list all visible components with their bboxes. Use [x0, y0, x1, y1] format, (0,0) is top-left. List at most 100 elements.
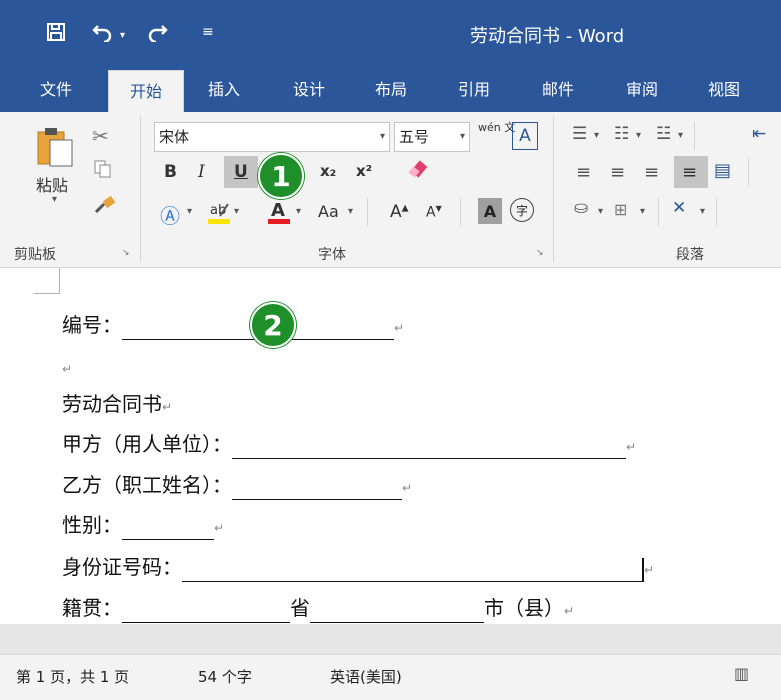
chevron-down-icon[interactable]: ▾	[234, 206, 239, 217]
chevron-down-icon: ▾	[379, 131, 385, 142]
chevron-down-icon[interactable]: ▾	[598, 206, 603, 217]
tab-insert[interactable]: 插入	[208, 76, 240, 100]
divider	[694, 122, 695, 150]
chevron-down-icon[interactable]: ▾	[700, 206, 705, 217]
paragraph-group-label: 段落	[676, 247, 704, 263]
grow-font-label: A	[390, 202, 402, 222]
tab-design[interactable]: 设计	[293, 76, 325, 100]
tab-home-label: 开始	[129, 82, 162, 101]
save-icon[interactable]	[46, 22, 66, 45]
character-border-button[interactable]: A	[512, 122, 538, 150]
divider	[748, 158, 749, 186]
tab-file[interactable]: 文件	[40, 76, 72, 100]
document-bottom-band	[0, 624, 781, 654]
bold-button[interactable]: B	[164, 162, 177, 182]
clear-formatting-icon[interactable]	[406, 160, 430, 186]
align-right-icon[interactable]: ≡	[644, 162, 659, 183]
phonetic-guide-button[interactable]: wén 文	[478, 122, 515, 134]
doc-label: 籍贯：	[62, 596, 122, 620]
city-label: 市（县）	[484, 596, 564, 620]
undo-icon[interactable]	[92, 22, 114, 46]
multilevel-list-icon[interactable]: ☳	[656, 124, 671, 144]
tab-mailings[interactable]: 邮件	[542, 76, 574, 100]
numbering-icon[interactable]: ☷	[614, 124, 629, 144]
font-size-combo[interactable]: 五号 ▾	[394, 122, 470, 152]
divider	[658, 198, 659, 226]
page-count-status[interactable]: 第 1 页，共 1 页	[16, 666, 129, 687]
tab-home[interactable]: 开始	[108, 70, 184, 112]
font-size-value: 五号	[399, 128, 430, 146]
doc-line-party-a[interactable]: 甲方（用人单位）： ↵	[62, 432, 636, 459]
paragraph-mark: ↵	[394, 321, 405, 335]
doc-line-gender[interactable]: 性别： ↵	[62, 513, 224, 540]
doc-line-id-number[interactable]: 身份证号码： ↵	[62, 555, 654, 582]
cut-icon[interactable]: ✂	[92, 124, 109, 148]
tab-references[interactable]: 引用	[458, 76, 490, 100]
enclose-characters-button[interactable]: 字	[510, 198, 534, 222]
text-effects-icon[interactable]: Ⓐ	[160, 200, 180, 229]
province-blank	[122, 602, 290, 623]
doc-line-title[interactable]: 劳动合同书↵	[62, 392, 172, 419]
superscript-button[interactable]: x²	[356, 162, 372, 180]
doc-line-party-b[interactable]: 乙方（职工姓名）： ↵	[62, 473, 412, 500]
doc-line-number[interactable]: 编号： ↵	[62, 313, 404, 340]
group-divider	[553, 116, 554, 262]
id-number-blank	[182, 561, 642, 582]
highlight-color-icon[interactable]: ab	[206, 198, 232, 230]
word-count-status[interactable]: 54 个字	[198, 666, 252, 687]
underline-button[interactable]: U	[234, 162, 248, 182]
bullets-icon[interactable]: ☰	[572, 124, 587, 144]
chevron-down-icon[interactable]: ▾	[640, 206, 645, 217]
doc-label: 劳动合同书	[62, 392, 162, 416]
undo-dropdown-icon[interactable]: ▾	[120, 30, 125, 41]
format-painter-icon[interactable]	[94, 195, 116, 218]
tab-review[interactable]: 审阅	[626, 76, 658, 100]
clipboard-launcher-icon[interactable]: ↘	[122, 248, 130, 258]
language-status[interactable]: 英语(美国)	[330, 666, 402, 687]
chevron-down-icon[interactable]: ▾	[296, 206, 301, 217]
callout-badge-1: 1	[258, 153, 304, 199]
borders-icon[interactable]: ⊞	[614, 200, 627, 219]
italic-button[interactable]: I	[198, 162, 205, 182]
paste-icon[interactable]	[36, 126, 76, 172]
paste-button-label[interactable]: 粘贴	[36, 172, 68, 196]
chinese-layout-icon[interactable]: ✕	[672, 198, 686, 218]
divider	[367, 198, 368, 226]
chevron-down-icon[interactable]: ▾	[678, 130, 683, 141]
paragraph-mark: ↵	[626, 440, 637, 454]
paragraph-mark: ↵	[162, 400, 173, 414]
align-left-icon[interactable]: ≡	[576, 162, 591, 183]
font-name-combo[interactable]: 宋体 ▾	[154, 122, 390, 152]
redo-icon[interactable]	[146, 22, 168, 46]
character-shading-button[interactable]: A	[478, 198, 502, 224]
paste-dropdown-icon[interactable]: ▾	[52, 194, 57, 205]
tab-view[interactable]: 视图	[708, 76, 740, 100]
copy-icon[interactable]	[94, 160, 112, 182]
paragraph-mark: ↵	[564, 604, 575, 618]
chevron-down-icon[interactable]: ▾	[348, 206, 353, 217]
justify-icon[interactable]: ≡	[682, 162, 697, 183]
decrease-indent-icon[interactable]: ⇤	[752, 124, 766, 144]
font-launcher-icon[interactable]: ↘	[536, 248, 544, 258]
grow-font-button[interactable]: A▲	[390, 202, 409, 222]
font-name-value: 宋体	[159, 128, 190, 146]
font-color-icon[interactable]: A	[266, 198, 292, 230]
paragraph-mark: ↵	[644, 563, 655, 577]
shading-icon[interactable]: ⛀	[574, 198, 588, 218]
distributed-icon[interactable]: ▤	[714, 160, 731, 181]
align-center-icon[interactable]: ≡	[610, 162, 625, 183]
paragraph-mark: ↵	[62, 362, 73, 376]
doc-line-hometown[interactable]: 籍贯： 省 市（县）↵	[62, 596, 574, 623]
customize-qat-icon[interactable]: ≡	[202, 24, 214, 40]
city-blank	[310, 602, 484, 623]
chevron-down-icon[interactable]: ▾	[187, 206, 192, 217]
callout-badge-2: 2	[250, 302, 296, 348]
subscript-button[interactable]: x₂	[320, 162, 336, 180]
change-case-button[interactable]: Aa	[318, 202, 339, 221]
chevron-down-icon[interactable]: ▾	[594, 130, 599, 141]
tab-layout[interactable]: 布局	[375, 76, 407, 100]
province-label: 省	[290, 596, 310, 620]
chevron-down-icon[interactable]: ▾	[636, 130, 641, 141]
read-mode-icon[interactable]: ▥	[734, 664, 749, 683]
shrink-font-button[interactable]: A▼	[426, 204, 442, 221]
